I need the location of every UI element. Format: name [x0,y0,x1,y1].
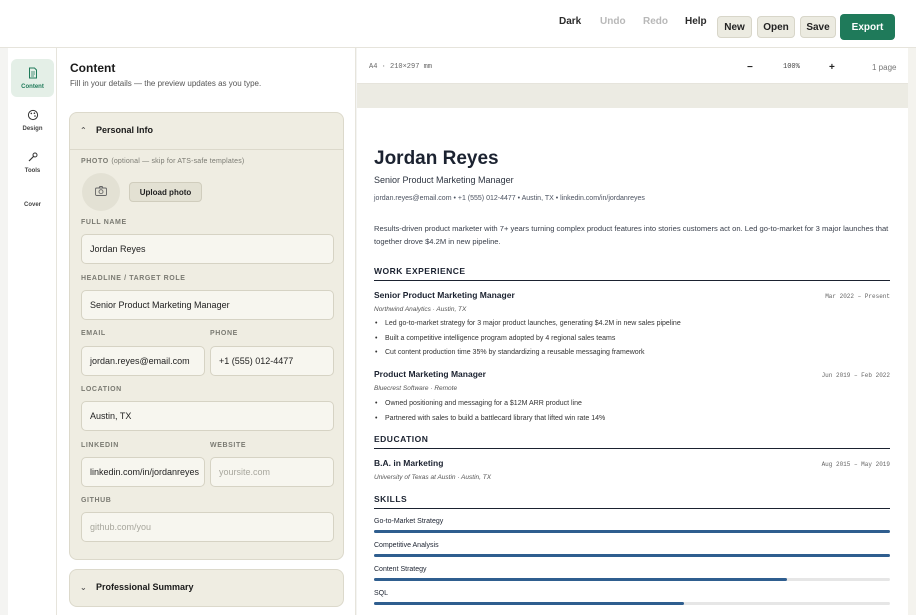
open-button[interactable]: Open [757,16,795,38]
work-experience-heading: WORK EXPERIENCE [374,266,890,281]
resume-page: Jordan Reyes Senior Product Marketing Ma… [357,108,908,615]
page-count: 1 page [872,63,897,72]
upload-photo-button[interactable]: Upload photo [129,182,202,202]
photo-hint: (optional — skip for ATS-safe templates) [111,158,245,165]
resume-name: Jordan Reyes [374,148,499,169]
photo-label-text: PHOTO [81,158,109,165]
job-dates: Jun 2019 – Feb 2022 [821,372,890,379]
zoom-level: 100% [783,63,800,71]
job-company: Bluecrest Software · Remote [374,385,458,392]
section-heading: Personal Info [96,125,154,135]
github-label: GITHUB [81,497,112,504]
professional-summary-card[interactable]: ⌄ Professional Summary [69,569,344,607]
rail-item-content[interactable]: Content [11,59,54,97]
skill-name: Competitive Analysis [374,542,439,549]
job-bullets: Led go-to-market strategy for 3 major pr… [374,320,681,364]
content-panel: Content Fill in your details — the previ… [57,48,356,615]
rail-label: Cover [23,202,41,208]
education-dates: Aug 2015 – May 2019 [821,461,890,468]
job-bullet: Led go-to-market strategy for 3 major pr… [374,320,681,335]
phone-field[interactable]: +1 (555) 012-4477 [210,346,334,376]
resume-contact: jordan.reyes@email.com • +1 (555) 012-44… [374,195,645,202]
job-dates: Mar 2022 – Present [825,293,890,300]
zoom-out-button[interactable]: − [747,62,753,73]
skill-bar [374,530,890,533]
panel-title: Content [70,61,116,75]
new-button[interactable]: New [717,16,752,38]
education-heading: EDUCATION [374,434,890,449]
rail-label: Content [21,84,44,90]
github-field[interactable]: github.com/you [81,512,334,542]
job-bullets: Owned positioning and messaging for a $1… [374,400,605,429]
degree: B.A. in Marketing [374,458,444,468]
skill-name: Content Strategy [374,566,427,573]
export-button[interactable]: Export [840,14,895,40]
rail-item-cover[interactable]: Cover [11,184,54,222]
job-bullet: Cut content production time 35% by stand… [374,349,681,364]
job-bullet: Partnered with sales to build a battleca… [374,415,605,430]
skill-fill [374,554,890,557]
skill-name: Go-to-Market Strategy [374,518,444,525]
phone-label: PHONE [210,330,238,337]
skill-fill [374,530,890,533]
linkedin-field[interactable]: linkedin.com/in/jordanreyes [81,457,205,487]
document-icon [26,66,40,80]
job-title: Senior Product Marketing Manager [374,290,515,300]
email-label: EMAIL [81,330,106,337]
chevron-down-icon: ⌄ [80,582,87,592]
rail-item-design[interactable]: Design [11,101,54,139]
headline-label: HEADLINE / TARGET ROLE [81,275,186,282]
divider [70,149,343,150]
rail-label: Design [22,126,43,132]
dark-mode-button[interactable]: Dark [559,16,581,27]
photo-label: PHOTO (optional — skip for ATS-safe temp… [81,158,244,165]
full-name-field[interactable]: Jordan Reyes [81,234,334,264]
zoom-in-button[interactable]: + [829,62,835,73]
headline-field[interactable]: Senior Product Marketing Manager [81,290,334,320]
professional-summary-header[interactable]: ⌄ Professional Summary [80,582,194,592]
location-field[interactable]: Austin, TX [81,401,334,431]
camera-icon [95,185,107,199]
linkedin-label: LINKEDIN [81,442,119,449]
resume-headline: Senior Product Marketing Manager [374,175,514,185]
page-size-label: A4 · 210×297 mm [369,63,433,71]
rail-item-tools[interactable]: Tools [11,143,54,181]
section-heading: Professional Summary [96,582,194,592]
rail-label: Tools [24,168,41,174]
skill-fill [374,602,684,605]
help-button[interactable]: Help [685,16,707,27]
undo-button[interactable]: Undo [600,16,626,27]
save-button[interactable]: Save [800,16,836,38]
location-label: LOCATION [81,386,122,393]
resume-summary: Results-driven product marketer with 7+ … [374,224,889,246]
redo-button[interactable]: Redo [643,16,668,27]
full-name-label: FULL NAME [81,219,127,226]
skill-bar [374,578,890,581]
skill-bar [374,554,890,557]
email-field[interactable]: jordan.reyes@email.com [81,346,205,376]
website-field[interactable]: yoursite.com [210,457,334,487]
personal-info-card: ⌃ Personal Info PHOTO (optional — skip f… [69,112,344,560]
palette-icon [26,108,40,122]
job-company: Northwind Analytics · Austin, TX [374,306,467,313]
job-bullet: Owned positioning and messaging for a $1… [374,400,605,415]
skill-name: SQL [374,590,389,597]
website-label: WEBSITE [210,442,247,449]
skill-bar [374,602,890,605]
section-rail: Content Design Tools Cover [8,48,57,615]
page-gutter [357,84,908,108]
skill-fill [374,578,787,581]
chevron-up-icon: ⌃ [80,125,87,135]
personal-info-header[interactable]: ⌃ Personal Info [80,125,153,135]
job-title: Product Marketing Manager [374,369,486,379]
wrench-icon [26,150,40,164]
job-bullet: Built a competitive intelligence program… [374,335,681,350]
preview-toolbar: A4 · 210×297 mm − 100% + 1 page [357,48,908,84]
top-toolbar: Dark Undo Redo Help New Open Save Export [0,0,916,48]
skills-heading: SKILLS [374,494,890,509]
school: University of Texas at Austin · Austin, … [374,474,492,481]
panel-subtitle: Fill in your details — the preview updat… [70,79,262,88]
preview-pane: A4 · 210×297 mm − 100% + 1 page Jordan R… [357,48,916,615]
photo-placeholder[interactable] [82,173,120,211]
